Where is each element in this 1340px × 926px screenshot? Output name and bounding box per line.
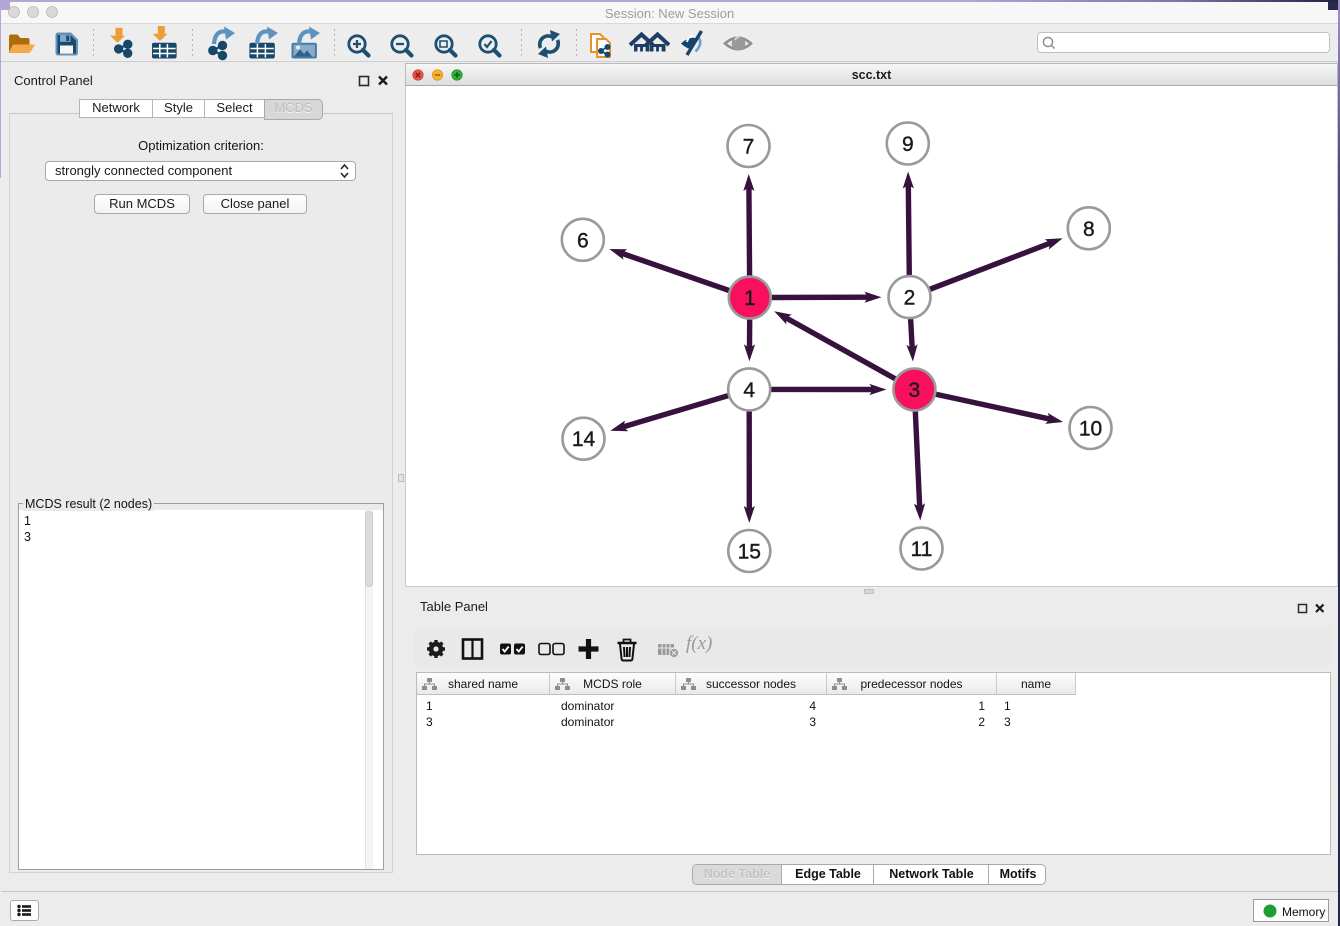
svg-text:4: 4 <box>743 379 755 402</box>
svg-text:10: 10 <box>1079 418 1102 441</box>
svg-text:7: 7 <box>743 136 755 159</box>
svg-text:9: 9 <box>902 133 914 156</box>
svg-text:1: 1 <box>744 287 756 310</box>
svg-text:11: 11 <box>911 538 933 561</box>
svg-text:8: 8 <box>1083 218 1095 241</box>
svg-text:15: 15 <box>738 541 761 564</box>
svg-text:2: 2 <box>904 287 916 310</box>
svg-text:3: 3 <box>909 379 921 402</box>
svg-text:6: 6 <box>577 229 589 252</box>
svg-text:14: 14 <box>572 428 596 451</box>
